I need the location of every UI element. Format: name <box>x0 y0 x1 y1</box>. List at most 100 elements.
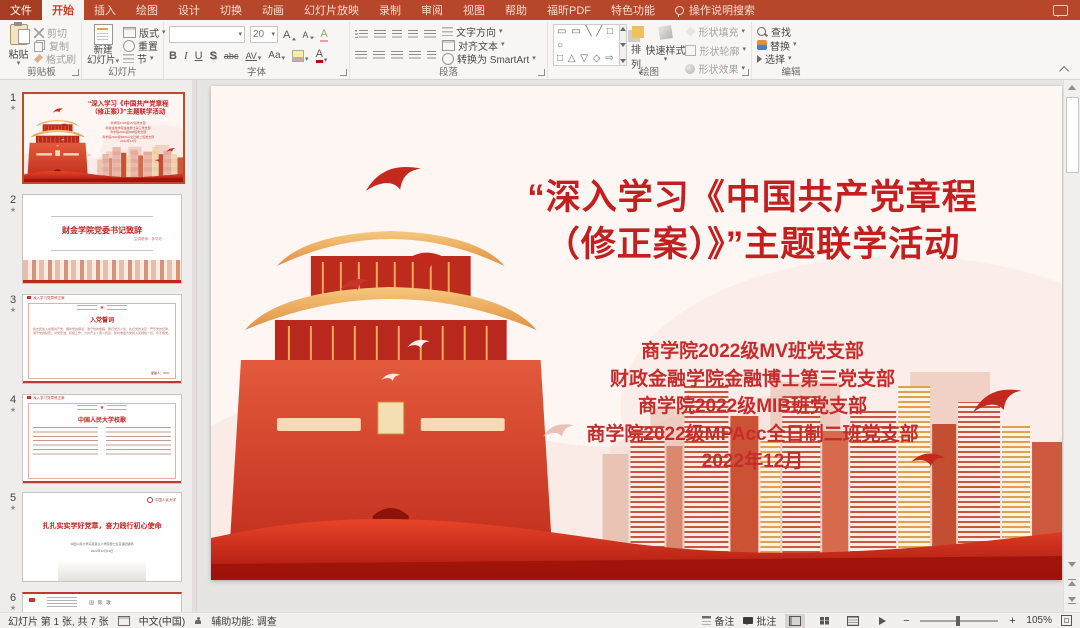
zoom-percentage[interactable]: 105% <box>1026 615 1052 626</box>
columns-icon[interactable] <box>427 51 436 60</box>
notes-toggle[interactable]: 备注 <box>702 613 734 628</box>
drawing-dialog-launcher[interactable] <box>742 69 749 76</box>
slide-editor-area: “深入学习《中国共产党章程 （修正案）》”主题联学活动 商学院2022级MV班党… <box>197 80 1064 612</box>
tab-design[interactable]: 设计 <box>168 0 210 20</box>
tab-transitions[interactable]: 切换 <box>210 0 252 20</box>
slide-sorter-view-button[interactable] <box>814 614 834 628</box>
slide-thumbnail-6[interactable]: 国际歌 <box>22 592 182 612</box>
tab-home[interactable]: 开始 <box>42 0 84 20</box>
italic-button[interactable]: I <box>184 50 188 62</box>
decrease-indent-icon[interactable] <box>392 30 402 39</box>
fit-slide-to-window-button[interactable] <box>1061 615 1072 626</box>
tab-file[interactable]: 文件 <box>0 0 42 20</box>
language-indicator[interactable]: 中文(中国) <box>139 613 186 628</box>
font-size-combobox[interactable]: 20▾ <box>250 26 278 43</box>
paragraph-group: 文字方向▾ 对齐文本▾ 转换为 SmartArt▾ 段落 <box>350 22 548 79</box>
slide-thumbnail-4[interactable]: 深入学习党章修正案 ★ 中国人民大学校歌 <box>22 394 182 484</box>
tab-special-features[interactable]: 特色功能 <box>601 0 665 20</box>
slide-subtitle-textbox[interactable]: 商学院2022级MV班党支部 财政金融学院金融博士第三党支部 商学院2022级M… <box>457 338 1048 476</box>
arrow-down-icon <box>1068 562 1076 567</box>
accessibility-status[interactable]: 辅助功能: 调查 <box>211 613 277 628</box>
slide-counter: 幻灯片 第 1 张, 共 7 张 <box>8 613 109 628</box>
shapes-row[interactable]: ▭ ▭ ╲ ╱ □ ○ <box>557 25 616 52</box>
comments-toggle[interactable]: 批注 <box>743 613 776 628</box>
text-direction-icon <box>442 27 453 36</box>
shrink-font-button[interactable]: A <box>302 30 315 40</box>
tab-help[interactable]: 帮助 <box>495 0 537 20</box>
align-right-icon[interactable] <box>391 51 403 60</box>
font-name-combobox[interactable]: ▾ <box>169 26 245 43</box>
lightbulb-icon <box>675 6 684 15</box>
font-dialog-launcher[interactable] <box>340 69 347 76</box>
text-shadow-button[interactable]: S <box>210 50 217 62</box>
line-spacing-icon[interactable] <box>424 30 436 39</box>
next-slide-button[interactable] <box>1064 593 1080 608</box>
shapes-gallery-scroll[interactable] <box>620 24 627 66</box>
panel-scrollbar[interactable] <box>192 80 196 612</box>
grow-font-button[interactable]: A <box>283 29 297 41</box>
new-slide-button[interactable]: 新建 幻灯片▾ <box>87 24 119 66</box>
slideshow-view-button[interactable] <box>872 614 892 628</box>
tab-record[interactable]: 录制 <box>369 0 411 20</box>
bold-button[interactable]: B <box>169 50 177 62</box>
align-center-icon[interactable] <box>373 51 385 60</box>
increase-indent-icon[interactable] <box>408 30 418 39</box>
tab-view[interactable]: 视图 <box>453 0 495 20</box>
cursor-icon <box>757 55 762 63</box>
comments-bubble-icon[interactable] <box>1053 5 1068 16</box>
find-button[interactable]: 查找 <box>757 25 825 38</box>
previous-slide-button[interactable] <box>1064 575 1080 590</box>
justify-icon[interactable] <box>409 51 421 60</box>
tab-draw[interactable]: 绘图 <box>126 0 168 20</box>
replace-button[interactable]: 替换▾ <box>757 39 825 52</box>
numbering-icon[interactable] <box>374 30 386 39</box>
tab-insert[interactable]: 插入 <box>84 0 126 20</box>
zoom-slider[interactable] <box>920 620 998 622</box>
paste-button[interactable]: 粘贴 ▾ <box>7 24 30 66</box>
scroll-up-button[interactable] <box>1064 80 1080 95</box>
zoom-slider-thumb[interactable] <box>956 616 960 626</box>
strikethrough-button[interactable]: abc <box>224 51 239 61</box>
tab-review[interactable]: 审阅 <box>411 0 453 20</box>
slide-thumbnail-5[interactable]: 中国人民大学 扎扎实实学好党章，奋力践行初心使命 中国人民大学马克思主义学院博士… <box>22 492 182 582</box>
normal-view-icon <box>789 616 801 626</box>
slide-thumbnail-2[interactable]: 财金学院党委书记致辞 主讲老师：孙华玲 <box>22 194 182 284</box>
paragraph-dialog-launcher[interactable] <box>538 69 545 76</box>
reading-view-button[interactable] <box>843 614 863 628</box>
clipboard-dialog-launcher[interactable] <box>72 69 79 76</box>
slide-thumbnail-1[interactable]: “深入学习《中国共产党章程（修正案）》”主题联学活动 商学院2022级MV班党支… <box>22 92 185 184</box>
slide-number: 4 <box>10 394 16 406</box>
tell-me-search[interactable]: 操作说明搜索 <box>665 0 765 20</box>
align-text-button[interactable]: 对齐文本▾ <box>442 39 536 52</box>
bullets-icon[interactable] <box>355 30 368 39</box>
tab-animations[interactable]: 动画 <box>252 0 294 20</box>
shape-fill-button[interactable]: 形状填充▾ <box>685 25 746 38</box>
drawing-group: ▭ ▭ ╲ ╱ □ ○ □ △ ▽ ◇ ⇨ ⇩ ◇ ○ ∩ ~ { } 排列▾ … <box>548 22 752 79</box>
align-left-icon[interactable] <box>355 51 367 60</box>
slide-number: 2 <box>10 194 16 206</box>
font-group: ▾ 20▾ A A A B I U S abc AV▾ Aa▾ ▾ A▾ 字体 <box>164 22 350 79</box>
zoom-in-button[interactable]: + <box>1007 615 1017 627</box>
clear-formatting-button[interactable]: A <box>320 28 327 42</box>
character-spacing-button[interactable]: AV▾ <box>245 51 261 61</box>
display-settings-icon[interactable] <box>118 616 130 626</box>
slide-canvas[interactable]: “深入学习《中国共产党章程 （修正案）》”主题联学活动 商学院2022级MV班党… <box>211 86 1062 580</box>
text-direction-button[interactable]: 文字方向▾ <box>442 25 536 38</box>
collapse-ribbon-button[interactable] <box>1058 63 1072 75</box>
underline-button[interactable]: U <box>195 50 203 62</box>
scroll-down-button[interactable] <box>1064 557 1080 572</box>
shape-outline-button[interactable]: 形状轮廓▾ <box>685 44 746 57</box>
slide-thumbnail-3[interactable]: 深入学习党章修正案 ★ 入党誓词 我志愿加入中国共产党，拥护党的纲领，遵守党的章… <box>22 294 182 384</box>
normal-view-button[interactable] <box>785 614 805 628</box>
slide-title-textbox[interactable]: “深入学习《中国共产党章程 （修正案）》”主题联学活动 <box>457 174 1048 268</box>
change-case-button[interactable]: Aa▾ <box>268 50 285 61</box>
font-color-button[interactable]: A▾ <box>316 49 328 63</box>
shapes-gallery[interactable]: ▭ ▭ ╲ ╱ □ ○ □ △ ▽ ◇ ⇨ ⇩ ◇ ○ ∩ ~ { } <box>553 24 620 66</box>
vertical-scrollbar[interactable] <box>1063 80 1080 612</box>
tab-slideshow[interactable]: 幻灯片放映 <box>294 0 369 20</box>
scrollbar-thumb[interactable] <box>1066 97 1079 173</box>
tab-foxit-pdf[interactable]: 福昕PDF <box>537 0 601 20</box>
animation-star-icon: ★ <box>6 306 20 315</box>
zoom-out-button[interactable]: − <box>901 615 911 627</box>
highlight-color-button[interactable]: ▾ <box>292 50 309 62</box>
